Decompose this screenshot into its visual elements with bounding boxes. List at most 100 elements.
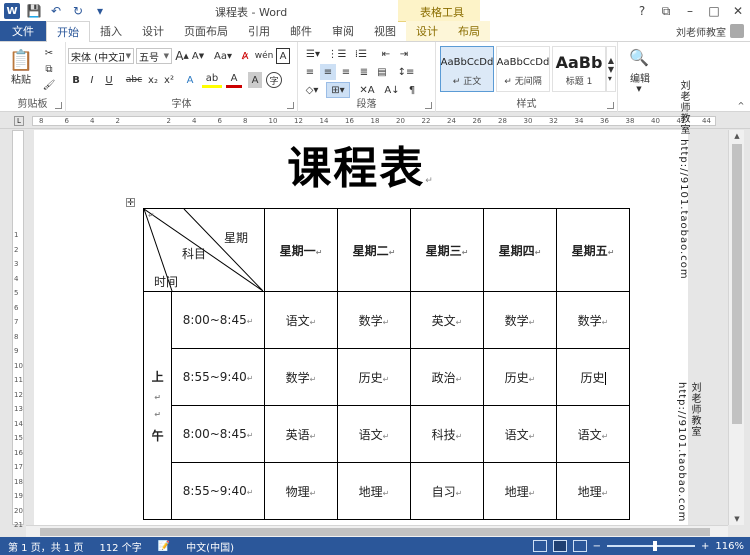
tab-table-layout[interactable]: 布局 bbox=[448, 21, 490, 41]
subject-cell[interactable]: 自习↵ bbox=[410, 462, 484, 520]
subscript-button[interactable]: x₂ bbox=[146, 72, 160, 88]
vertical-ruler[interactable]: 1 2 3 4 5 6 7 8 9 10 11 12 13 14 15 16 17 18 19 20 21 bbox=[12, 130, 24, 529]
clear-format-icon[interactable]: A̷ bbox=[238, 48, 252, 64]
subject-cell[interactable]: 地理↵ bbox=[337, 462, 411, 520]
header-day-3[interactable]: 星期三↵ bbox=[410, 208, 484, 292]
scroll-down-icon[interactable]: ▼ bbox=[729, 513, 745, 525]
subject-cell[interactable]: 物理↵ bbox=[264, 462, 338, 520]
subject-cell[interactable]: 语文↵ bbox=[264, 291, 338, 349]
font-launcher-icon[interactable] bbox=[287, 102, 294, 109]
subject-cell[interactable]: 科技↵ bbox=[410, 405, 484, 463]
text-effects-icon[interactable]: A bbox=[182, 72, 198, 88]
zoom-slider[interactable] bbox=[607, 541, 696, 551]
style-normal[interactable]: AaBbCcDd ↵ 正文 bbox=[440, 46, 494, 92]
subject-cell[interactable]: 历史↵ bbox=[483, 348, 557, 406]
increase-indent-icon[interactable]: ⇥ bbox=[396, 46, 412, 62]
time-cell[interactable]: 8:55~9:40↵ bbox=[171, 462, 265, 520]
vertical-scrollbar[interactable]: ▲ ▼ bbox=[728, 130, 744, 525]
undo-icon[interactable]: ↶ bbox=[48, 3, 64, 19]
tab-insert[interactable]: 插入 bbox=[90, 21, 132, 41]
style-no-spacing[interactable]: AaBbCcDd ↵ 无间隔 bbox=[496, 46, 550, 92]
decrease-indent-icon[interactable]: ⇤ bbox=[378, 46, 394, 62]
horizontal-scrollbar[interactable] bbox=[26, 525, 728, 537]
time-cell[interactable]: 8:00~8:45↵ bbox=[171, 291, 265, 349]
strikethrough-button[interactable]: abc bbox=[124, 72, 144, 88]
word-count[interactable]: 112 个字 bbox=[91, 539, 149, 554]
document-heading[interactable]: 课程表↵ bbox=[34, 132, 688, 196]
format-painter-icon[interactable]: 🖌 bbox=[42, 78, 56, 92]
styles-scroll-icon[interactable]: ▲ ▼ ▾ bbox=[606, 46, 616, 92]
underline-button[interactable]: U bbox=[102, 72, 116, 88]
clipboard-launcher-icon[interactable] bbox=[55, 102, 62, 109]
italic-button[interactable]: I bbox=[86, 72, 98, 88]
collapse-ribbon-icon[interactable]: ^ bbox=[736, 100, 746, 110]
customize-qat-icon[interactable]: ▾ bbox=[92, 3, 108, 19]
time-cell[interactable]: 8:00~8:45↵ bbox=[171, 405, 265, 463]
tab-selector-icon[interactable]: L bbox=[14, 116, 24, 126]
highlight-icon[interactable]: ab bbox=[202, 72, 222, 88]
font-name-combo[interactable]: 宋体 (中文正文)▼ bbox=[68, 48, 134, 64]
editing-button[interactable]: 编辑 bbox=[622, 70, 658, 85]
enclose-char-icon[interactable]: 字 bbox=[266, 72, 282, 88]
user-account[interactable]: 刘老师教室 bbox=[676, 21, 750, 41]
char-border-icon[interactable]: A bbox=[276, 48, 290, 64]
zoom-out-icon[interactable]: − bbox=[593, 541, 601, 552]
style-heading1[interactable]: AaBb 标题 1 bbox=[552, 46, 606, 92]
tab-review[interactable]: 审阅 bbox=[322, 21, 364, 41]
subject-cell[interactable]: 语文↵ bbox=[483, 405, 557, 463]
web-layout-icon[interactable] bbox=[572, 540, 587, 552]
subject-cell[interactable]: 数学↵ bbox=[556, 291, 630, 349]
vertical-scroll-thumb[interactable] bbox=[732, 144, 742, 424]
tab-references[interactable]: 引用 bbox=[238, 21, 280, 41]
subject-cell[interactable]: 英语↵ bbox=[264, 405, 338, 463]
subject-cell[interactable]: 数学↵ bbox=[337, 291, 411, 349]
subject-cell[interactable]: 地理↵ bbox=[556, 462, 630, 520]
grow-font-icon[interactable]: A ▲ bbox=[175, 48, 189, 64]
minimize-icon[interactable]: – bbox=[678, 0, 702, 22]
close-icon[interactable]: ✕ bbox=[726, 0, 750, 22]
numbering-icon[interactable]: ⋮☰ bbox=[326, 46, 348, 62]
proofing-icon[interactable]: 📝 bbox=[150, 541, 178, 552]
align-right-icon[interactable]: ≡ bbox=[338, 64, 354, 80]
subject-cell[interactable]: 英文↵ bbox=[410, 291, 484, 349]
copy-icon[interactable]: ⧉ bbox=[42, 62, 56, 76]
binoculars-icon[interactable]: 🔍 bbox=[628, 46, 650, 68]
char-shading-icon[interactable]: A bbox=[248, 72, 262, 88]
subject-cell[interactable]: 历史 bbox=[556, 348, 630, 406]
paragraph-launcher-icon[interactable] bbox=[425, 102, 432, 109]
subject-cell[interactable]: 语文↵ bbox=[556, 405, 630, 463]
font-color-icon[interactable]: A bbox=[226, 72, 242, 88]
paste-button[interactable]: 粘贴 bbox=[6, 72, 36, 86]
word-logo-icon[interactable]: W bbox=[4, 3, 20, 19]
tab-home[interactable]: 开始 bbox=[46, 21, 90, 42]
ribbon-display-icon[interactable]: ⧉ bbox=[654, 0, 678, 22]
header-day-5[interactable]: 星期五↵ bbox=[556, 208, 630, 292]
save-icon[interactable]: 💾 bbox=[26, 3, 42, 19]
phonetic-guide-icon[interactable]: wén bbox=[255, 48, 274, 64]
distributed-icon[interactable]: ▤ bbox=[374, 64, 390, 80]
subject-cell[interactable]: 政治↵ bbox=[410, 348, 484, 406]
help-icon[interactable]: ? bbox=[630, 0, 654, 22]
language-indicator[interactable]: 中文(中国) bbox=[178, 539, 242, 554]
cut-icon[interactable]: ✂ bbox=[42, 46, 56, 60]
bold-button[interactable]: B bbox=[70, 72, 82, 88]
tab-mailings[interactable]: 邮件 bbox=[280, 21, 322, 41]
maximize-icon[interactable]: □ bbox=[702, 0, 726, 22]
change-case-icon[interactable]: Aa▾ bbox=[212, 48, 234, 64]
scroll-up-icon[interactable]: ▲ bbox=[729, 130, 745, 142]
time-cell[interactable]: 8:55~9:40↵ bbox=[171, 348, 265, 406]
document-page[interactable]: 课程表↵ ✛ ↵ 星期 科目 时间 星期一↵ 星期二↵ 星期三↵ 星期四↵ 星期… bbox=[34, 130, 688, 525]
font-size-combo[interactable]: 五号 ▼ bbox=[136, 48, 172, 64]
superscript-button[interactable]: x² bbox=[162, 72, 176, 88]
line-spacing-icon[interactable]: ↕≡ bbox=[396, 64, 416, 80]
period-cell[interactable]: 上 ↵ ↵ 午 bbox=[142, 291, 173, 520]
subject-cell[interactable]: 地理↵ bbox=[483, 462, 557, 520]
header-day-2[interactable]: 星期二↵ bbox=[337, 208, 411, 292]
shrink-font-icon[interactable]: A ▼ bbox=[192, 48, 204, 64]
diagonal-header-cell[interactable]: ↵ 星期 科目 时间 bbox=[143, 208, 265, 292]
header-day-1[interactable]: 星期一↵ bbox=[264, 208, 338, 292]
tab-file[interactable]: 文件 bbox=[0, 21, 46, 41]
justify-icon[interactable]: ≣ bbox=[356, 64, 372, 80]
zoom-in-icon[interactable]: + bbox=[701, 541, 709, 552]
tab-view[interactable]: 视图 bbox=[364, 21, 406, 41]
